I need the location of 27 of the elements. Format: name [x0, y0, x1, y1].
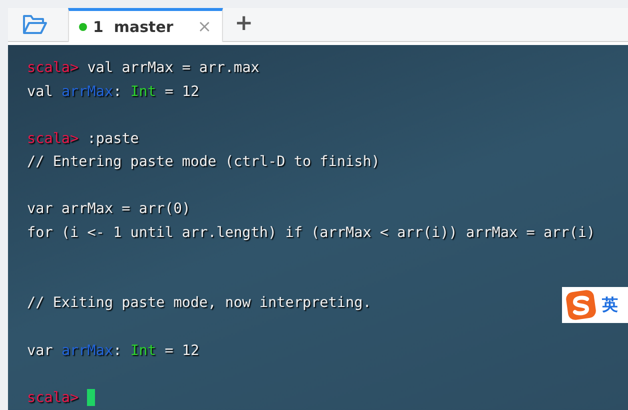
prompt-text: scala> [27, 390, 79, 406]
new-tab-button[interactable]: + [226, 8, 261, 38]
ime-indicator[interactable]: 英 [562, 287, 628, 323]
prompt-text: scala> [27, 130, 79, 147]
identifier-text: arrMax [61, 84, 114, 100]
prompt-text: scala> [27, 60, 79, 76]
input-method-logo-icon [566, 290, 596, 320]
output-text: var arrMax = arr(0) [27, 201, 191, 218]
output-text: val [27, 84, 54, 100]
folder-icon[interactable] [22, 13, 48, 35]
output-text: // Entering paste mode (ctrl-D to finish) [27, 154, 380, 170]
output-text: // Exiting paste mode, now interpreting. [27, 295, 372, 312]
type-text: Int [130, 342, 156, 359]
output-text: val arrMax = arr.max [86, 60, 260, 76]
output-text: :paste [86, 130, 139, 147]
output-text: var [27, 342, 54, 359]
text-cursor [87, 389, 96, 406]
output-text: = 12 [164, 342, 200, 359]
output-text: : [113, 84, 123, 100]
type-text: Int [130, 84, 156, 100]
output-text: : [113, 342, 123, 359]
output-text: for (i <- 1 until arr.length) if (arrMax < arr(i)) arrMax = arr(i) [27, 224, 596, 241]
output-text: = 12 [164, 84, 200, 100]
identifier-text: arrMax [61, 342, 114, 359]
tab-label: 1 master [93, 18, 174, 36]
ime-mode-label: 英 [602, 294, 618, 316]
tab[interactable]: 1 master × [68, 8, 223, 42]
